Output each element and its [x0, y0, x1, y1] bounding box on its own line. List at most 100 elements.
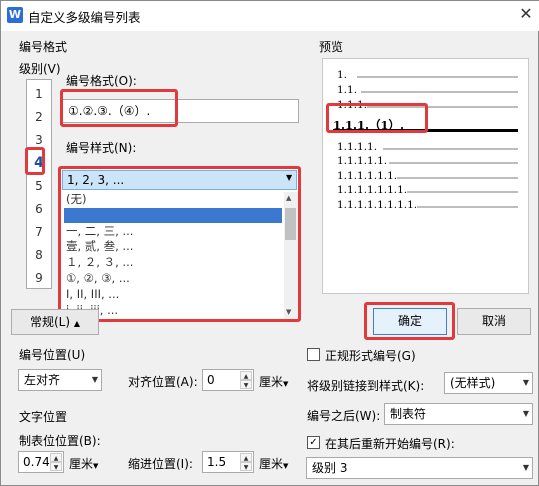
format-label: 编号格式(O): — [66, 74, 137, 88]
dropdown-arrow-icon[interactable]: ▼ — [286, 173, 292, 182]
spin-down-icon[interactable]: ▼ — [240, 462, 252, 471]
restart-label: 在其后重新开始编号(R): — [325, 437, 455, 451]
align-at-value: 0 — [207, 373, 215, 387]
checkmark-icon: ✓ — [309, 437, 318, 448]
scroll-down-icon[interactable]: ▼ — [286, 308, 291, 316]
indent-input[interactable]: 1.5 ▲ ▼ — [202, 451, 254, 473]
preview-line-text: 1.1.1.1. — [337, 141, 378, 153]
restart-value: 级别 3 — [312, 461, 348, 475]
spin-up-icon[interactable]: ▲ — [50, 453, 62, 462]
indent-unit-label: 厘米 — [259, 457, 284, 471]
preview-text-line — [407, 191, 518, 193]
style-options-list[interactable]: (无) 1, 2, 3, ... 一, 二, 三, ... 壹, 贰, 叁, ... １… — [60, 190, 299, 320]
preview-text-line — [417, 206, 518, 208]
restart-combo[interactable]: 级别 3 ▼ — [306, 457, 533, 479]
preview-line-text: 1.1.1.1.1.1.1. — [337, 184, 408, 196]
level-item[interactable]: 2 — [27, 107, 51, 127]
preview-text-line — [397, 177, 518, 179]
restart-checkbox[interactable]: ✓ — [307, 436, 320, 449]
preview-group-title: 预览 — [319, 40, 344, 54]
general-button[interactable]: 常规(L) ▲ — [11, 309, 99, 335]
preview-line-text: 1.1.1.1.1.1. — [337, 170, 398, 182]
spin-up-icon[interactable]: ▲ — [240, 453, 252, 462]
style-option[interactable]: 1, 2, 3, ... — [64, 207, 282, 224]
alignment-value: 左对齐 — [24, 373, 61, 387]
selected-level-highlight — [25, 147, 45, 175]
tab-unit-label: 厘米 — [69, 457, 94, 471]
level-item[interactable]: 6 — [27, 199, 51, 219]
follow-label: 编号之后(W): — [307, 409, 381, 423]
style-option[interactable]: 壹, 贰, 叁, ... — [64, 239, 282, 255]
align-at-unit-label: 厘米 — [259, 375, 284, 389]
follow-value: 制表符 — [390, 407, 427, 421]
style-option[interactable]: ①, ②, ③, ... — [64, 271, 282, 287]
text-position-group-title: 文字位置 — [19, 410, 68, 424]
chevron-down-icon: ▼ — [91, 375, 98, 384]
style-option[interactable]: (无) — [64, 192, 282, 208]
title-bar: W 自定义多级编号列表 ✕ — [1, 1, 539, 31]
preview-text-line — [389, 162, 518, 164]
level-item[interactable]: 8 — [27, 245, 51, 265]
style-selected-value[interactable]: 1, 2, 3, ... — [62, 170, 297, 190]
align-at-unit[interactable]: 厘米▼ — [259, 373, 288, 390]
level-item[interactable]: 1 — [27, 84, 51, 104]
legal-style-checkbox[interactable] — [307, 348, 320, 361]
chevron-down-icon: ▼ — [522, 378, 529, 387]
level-list[interactable]: 123456789 — [26, 79, 52, 289]
style-label: 编号样式(N): — [66, 141, 137, 155]
preview-line-text: 1.1.1.1.1. — [337, 155, 388, 167]
collapse-arrow-icon: ▲ — [73, 319, 81, 328]
indent-label: 缩进位置(I): — [128, 457, 193, 471]
unit-dropdown-icon: ▼ — [283, 462, 289, 470]
dialog: W 自定义多级编号列表 ✕ 编号格式 级别(V) 123456789 编号格式(… — [0, 0, 539, 486]
chevron-down-icon: ▼ — [522, 463, 529, 472]
preview-current-level-highlight — [326, 103, 428, 133]
align-at-input[interactable]: 0 ▲ ▼ — [202, 369, 254, 391]
link-style-combo[interactable]: (无样式) ▼ — [444, 372, 533, 394]
ok-button-highlight — [364, 302, 455, 340]
indent-unit[interactable]: 厘米▼ — [259, 455, 288, 472]
style-option[interactable]: １, ２, ３, ... — [64, 255, 282, 271]
level-label: 级别(V) — [19, 62, 61, 76]
scrollbar-thumb[interactable] — [285, 208, 296, 240]
tab-position-value: 0.74 — [23, 455, 50, 469]
cancel-button[interactable]: 取消 — [457, 308, 531, 335]
spin-down-icon[interactable]: ▼ — [240, 380, 252, 389]
chevron-down-icon: ▼ — [522, 409, 529, 418]
window-title: 自定义多级编号列表 — [28, 10, 141, 25]
general-button-label: 常规(L) — [29, 315, 71, 329]
link-style-value: (无样式) — [450, 376, 496, 390]
close-icon[interactable]: ✕ — [515, 3, 537, 25]
unit-dropdown-icon: ▼ — [283, 380, 289, 388]
spin-down-icon[interactable]: ▼ — [50, 462, 62, 471]
spin-up-icon[interactable]: ▲ — [240, 371, 252, 380]
indent-value: 1.5 — [207, 455, 227, 469]
wps-app-icon: W — [7, 7, 23, 23]
tab-unit[interactable]: 厘米▼ — [69, 455, 98, 472]
level-item[interactable]: 7 — [27, 222, 51, 242]
legal-style-label: 正规形式编号(G) — [325, 349, 416, 363]
preview-line-text: 1.1.1.1.1.1.1.1. — [337, 199, 418, 211]
format-input-highlight — [60, 89, 178, 127]
tab-position-input[interactable]: 0.74 ▲ ▼ — [18, 451, 64, 473]
level-item[interactable]: 5 — [27, 176, 51, 196]
preview-box: 1. 1.1. 1.1.1. 1.1.1.（1）. 1.1.1.1. 1.1.1.1.1.… — [322, 58, 529, 294]
preview-text-line — [383, 148, 518, 150]
style-option[interactable]: 一, 二, 三, ... — [64, 224, 282, 240]
level-item[interactable]: 9 — [27, 268, 51, 288]
scroll-up-icon[interactable]: ▲ — [286, 194, 291, 202]
style-list-scrollbar[interactable]: ▲ ▼ — [284, 192, 298, 320]
style-option[interactable]: I, II, III, ... — [64, 287, 282, 303]
alignment-combo[interactable]: 左对齐 ▼ — [18, 369, 102, 391]
preview-line-text: 1.1. — [337, 84, 358, 96]
preview-line-text: 1. — [337, 69, 348, 81]
tab-position-label: 制表位位置(B): — [19, 434, 101, 448]
link-style-label: 将级别链接到样式(K): — [307, 379, 425, 393]
style-dropdown[interactable]: 1, 2, 3, ... ▼ (无) 1, 2, 3, ... 一, 二, 三, .… — [59, 167, 300, 321]
preview-text-line — [361, 91, 518, 93]
align-at-label: 对齐位置(A): — [128, 375, 198, 389]
number-position-group-title: 编号位置(U) — [19, 348, 86, 362]
unit-dropdown-icon: ▼ — [93, 462, 99, 470]
preview-text-line — [357, 76, 518, 78]
follow-combo[interactable]: 制表符 ▼ — [384, 403, 533, 425]
